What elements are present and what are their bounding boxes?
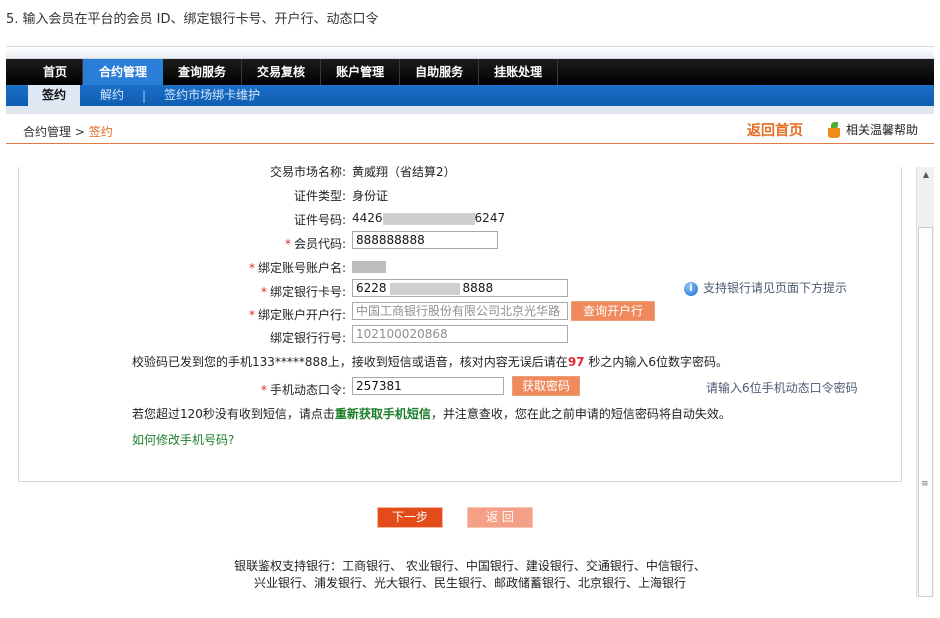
subtab-card-binding-maintenance[interactable]: 签约市场绑卡维护 [150,85,274,106]
nav-contract-management[interactable]: 合约管理 [83,59,164,85]
vertical-scrollbar[interactable]: ▲ ≡ [916,167,934,597]
nav-account-management[interactable]: 账户管理 [321,59,401,85]
bank-card-suffix: 8888 [462,281,494,295]
bank-code-label: 绑定银行行号: [269,331,346,345]
otp-hint: 请输入6位手机动态口令密码 [706,381,858,395]
get-password-button[interactable]: 获取密码 [512,376,580,396]
required-mark: * [260,383,267,397]
scroll-thumb[interactable] [918,227,933,597]
sub-nav: 签约 解约 | 签约市场绑卡维护 [6,85,934,106]
bank-card-mask [389,282,460,295]
id-number-value: 4426 6247 [352,211,505,225]
account-name-label: * 绑定账号账户名: [248,261,346,275]
breadcrumb: 合约管理 > 签约 [23,123,113,140]
nav-query-service[interactable]: 查询服务 [163,59,243,85]
id-number-label: 证件号码: [293,213,346,227]
member-code-input[interactable]: 888888888 [352,231,498,249]
id-number-suffix: 6247 [474,211,506,225]
account-name-mask [352,260,386,273]
supported-banks-hint[interactable]: i 支持银行请见页面下方提示 [684,279,847,296]
nav-transaction-review[interactable]: 交易复核 [242,59,322,85]
breadcrumb-arrow: > [74,125,85,139]
id-number-mask [382,212,475,225]
info-icon: i [684,281,698,296]
supported-banks-line1: 银联鉴权支持银行：工商银行、 农业银行、中国银行、建设银行、交通银行、中信银行、 [234,559,706,573]
id-type-value: 身份证 [352,189,389,203]
supported-banks-line2: 兴业银行、浦发银行、光大银行、民生银行、邮政储蓄银行、北京银行、上海银行 [253,576,686,590]
next-step-button[interactable]: 下一步 [377,507,443,528]
flowerpot-help-icon [826,121,842,138]
required-mark: * [248,261,255,275]
bank-card-label: * 绑定银行卡号: [260,285,346,299]
main-nav: 首页 合约管理 查询服务 交易复核 账户管理 自助服务 挂账处理 [6,59,934,85]
scroll-grip-icon: ≡ [921,479,929,489]
resend-sms-link[interactable]: 重新获取手机短信 [335,407,431,421]
step-caption: 5. 输入会员在平台的会员 ID、绑定银行卡号、开户行、动态口令 [6,12,379,27]
bank-code-input[interactable]: 102100020868 [352,325,568,343]
nav-home[interactable]: 首页 [28,59,84,85]
otp-label: * 手机动态口令: [260,383,346,397]
sms-notice: 校验码已发到您的手机133*****888上，接收到短信或语音，核对内容无误后请… [132,355,728,369]
opening-bank-input[interactable]: 中国工商银行股份有限公司北京光华路 [352,302,568,320]
breadcrumb-parent[interactable]: 合约管理 [23,125,71,139]
query-bank-button[interactable]: 查询开户行 [571,301,655,321]
breadcrumb-bar: 合约管理 > 签约 返回首页 相关温馨帮助 [6,114,934,144]
subnav-separator: | [142,88,147,103]
nav-self-service[interactable]: 自助服务 [400,59,480,85]
required-mark: * [248,308,255,322]
bank-card-prefix: 6228 [356,281,387,295]
member-code-label: * 会员代码: [284,237,346,251]
back-button[interactable]: 返 回 [467,507,533,528]
related-help-link[interactable]: 相关温馨帮助 [826,121,918,138]
top-strip [6,47,934,59]
subtab-sign[interactable]: 签约 [28,85,81,106]
help-link-label: 相关温馨帮助 [846,123,919,137]
nav-bottom-strip [6,106,934,114]
id-type-label: 证件类型: [293,189,346,203]
subtab-terminate[interactable]: 解约 [86,85,138,106]
scroll-up-icon[interactable]: ▲ [917,167,935,183]
market-name-label: 交易市场名称: [269,165,346,179]
account-name-value [352,259,386,273]
required-mark: * [260,285,267,299]
market-name-value: 黄威翔（省结算2） [352,165,456,179]
resend-notice: 若您超过120秒没有收到短信，请点击重新获取手机短信，并注意查收，您在此之前申请… [132,407,731,421]
required-mark: * [284,237,291,251]
id-number-prefix: 4426 [352,211,383,225]
otp-input[interactable]: 257381 [352,377,504,395]
bank-card-input[interactable]: 6228 8888 [352,279,568,297]
countdown-seconds: 97 [567,355,585,369]
return-home-link[interactable]: 返回首页 [747,120,803,140]
breadcrumb-current: 签约 [88,125,113,139]
modify-phone-link[interactable]: 如何修改手机号码? [132,431,234,448]
opening-bank-label: * 绑定账户开户行: [248,308,346,322]
nav-pending-processing[interactable]: 挂账处理 [479,59,559,85]
